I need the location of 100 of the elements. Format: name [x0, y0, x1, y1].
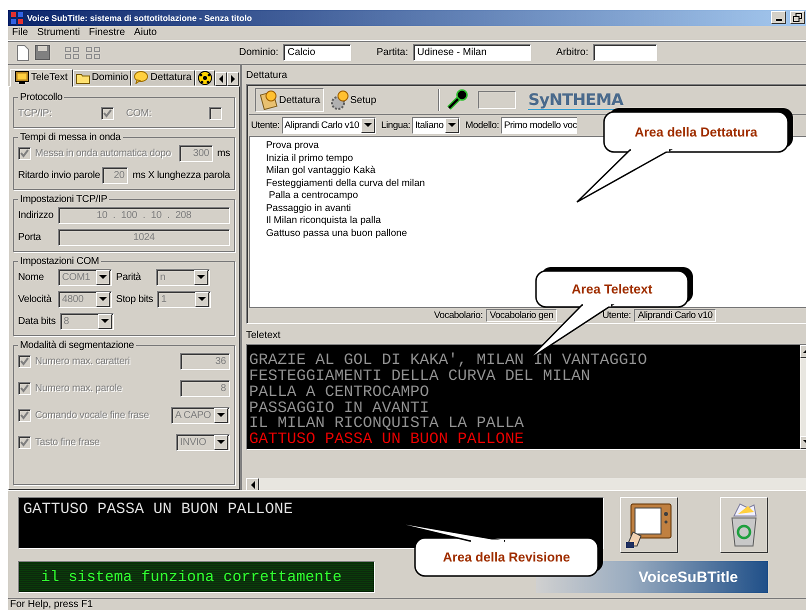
callout-label: Area della Revisione [442, 550, 570, 564]
field-label: Arbitro: [556, 47, 588, 58]
checkbox-label: Numero max. parole [35, 382, 122, 394]
menu-item[interactable]: Strumenti [37, 27, 80, 38]
checkmark-icon [20, 438, 29, 447]
group-title: Impostazioni COM [19, 256, 100, 267]
down-arrow-icon [100, 318, 109, 324]
scroll-right-button[interactable] [226, 72, 239, 86]
checkbox-label: Tasto fine frase [35, 436, 100, 448]
dictation-line: Passaggio in avanti [266, 202, 351, 216]
checkbox-label: Messa in onda automatica dopo [35, 148, 171, 159]
system-message: il sistema funziona correttamente [41, 568, 342, 586]
checkbox-label: Comando vocale fine frase [35, 410, 149, 421]
scrollbar[interactable] [246, 478, 806, 490]
status-field: Vocabolario gen [486, 308, 558, 322]
minimize-icon [776, 19, 782, 22]
toolbar-button[interactable]: Dettatura [255, 88, 324, 112]
teletext-line: GATTUSO PASSA UN BUON PALLONE [249, 432, 524, 448]
status-field: Aliprandi Carlo v10 [634, 308, 716, 322]
field-label: Porta [18, 232, 42, 243]
text-field[interactable]: Udinese - Milan [413, 44, 532, 62]
new-document-icon[interactable] [16, 44, 30, 61]
broadcast-button[interactable] [620, 497, 678, 554]
dictation-line: Festeggiamenti della curva del milan [266, 178, 426, 190]
dictation-line: Milan gol vantaggio Kakà [266, 165, 376, 178]
tab[interactable] [194, 70, 215, 86]
down-arrow-icon [197, 274, 205, 280]
restore-button[interactable] [790, 11, 805, 24]
clipboard-icon [259, 90, 279, 110]
left-arrow-icon [250, 480, 256, 489]
tab[interactable]: TeleText [10, 68, 73, 87]
dropdown[interactable]: Aliprandi Carlo v10 [282, 116, 376, 134]
dropdown[interactable]: Primo modello voc [500, 116, 577, 134]
callout-label: Area Teletext [572, 282, 652, 296]
group-title: Impostazioni TCP/IP [19, 194, 108, 205]
section-label: Teletext [246, 330, 280, 343]
banner-title: VoiceSuBTitle [638, 568, 738, 586]
field-label: Ritardo invio parole [18, 170, 98, 181]
restore-icon [793, 13, 802, 22]
field-label: Parità [116, 272, 142, 283]
field-label: Data bits [18, 316, 56, 327]
group-title: Protocollo [19, 92, 64, 103]
dictation-line: Gattuso passa una buon pallone [266, 228, 408, 241]
checkmark-icon [20, 356, 29, 366]
field-label: Modello: [465, 120, 499, 131]
recycle-bin-button[interactable] [720, 497, 768, 554]
tab[interactable]: Dominio [72, 70, 132, 86]
tv-with-hand-icon [625, 502, 673, 548]
down-arrow-icon [99, 296, 107, 302]
down-arrow-icon [448, 122, 456, 128]
field-label: TCP/IP: [18, 108, 53, 119]
soccer-ball-icon [198, 70, 212, 85]
text-field[interactable]: Calcio [283, 44, 352, 62]
status-label: Vocabolario: [434, 310, 483, 321]
menu-item[interactable]: Aiuto [134, 27, 157, 38]
checkbox-label: Numero max. caratteri [35, 356, 130, 367]
monitor-icon [15, 71, 29, 84]
field-label: Nome [18, 272, 45, 283]
scroll-left-button[interactable] [214, 72, 227, 86]
level-meter [478, 91, 516, 110]
dropdown[interactable]: Italiano [412, 116, 460, 134]
right-arrow-icon [230, 74, 236, 83]
group-title: Tempi di messa in onda [19, 132, 122, 143]
gear-icon [330, 90, 350, 110]
folder-icon [76, 72, 90, 84]
field-label: Lingua: [381, 120, 410, 131]
section-label: Dettatura [246, 70, 288, 83]
unit-label: ms [217, 148, 230, 159]
save-icon[interactable] [35, 45, 50, 60]
teletext-line: PASSAGGIO IN AVANTI [249, 400, 430, 416]
minimize-button[interactable] [771, 11, 786, 24]
down-arrow-icon [364, 122, 372, 128]
status-label: Utente: [602, 310, 631, 321]
checkmark-icon [20, 410, 29, 420]
checkmark-icon [20, 148, 29, 158]
field-label: COM: [126, 108, 152, 119]
menu-item[interactable]: Finestre [88, 27, 126, 38]
down-arrow-icon [217, 439, 225, 446]
group-title: Modalità di segmentazione [19, 340, 135, 351]
dictation-line: Inizia il primo tempo [266, 152, 354, 166]
down-arrow-icon [99, 274, 107, 280]
teletext-line: GRAZIE AL GOL DI KAKA', MILAN IN VANTAGGIO [249, 353, 648, 369]
down-arrow-icon [217, 412, 225, 418]
scroll-left-button[interactable] [246, 478, 259, 492]
teletext-line: FESTEGGIAMENTI DELLA CURVA DEL MILAN [249, 368, 590, 385]
down-arrow-icon [198, 296, 206, 302]
status-text: For Help, press F1 [10, 599, 93, 610]
text-field[interactable] [593, 44, 658, 62]
field-label: Indirizzo [18, 210, 54, 221]
field-label: Velocità [18, 294, 53, 305]
microphone-icon[interactable] [446, 89, 468, 112]
tab[interactable]: Dettatura [131, 70, 195, 86]
dictation-line: Il Milan riconquista la palla [266, 215, 381, 228]
window-title: Voice SubTitle: sistema di sottotitolazione - Senza titolo [27, 12, 253, 23]
dictation-line: Prova prova [266, 140, 319, 152]
menu-item[interactable]: File [12, 27, 28, 38]
revision-text: GATTUSO PASSA UN BUON PALLONE [23, 500, 293, 518]
checkmark-icon [103, 108, 112, 118]
speech-bubble-icon [134, 71, 148, 84]
teletext-line: PALLA A CENTROCAMPO [249, 384, 430, 401]
